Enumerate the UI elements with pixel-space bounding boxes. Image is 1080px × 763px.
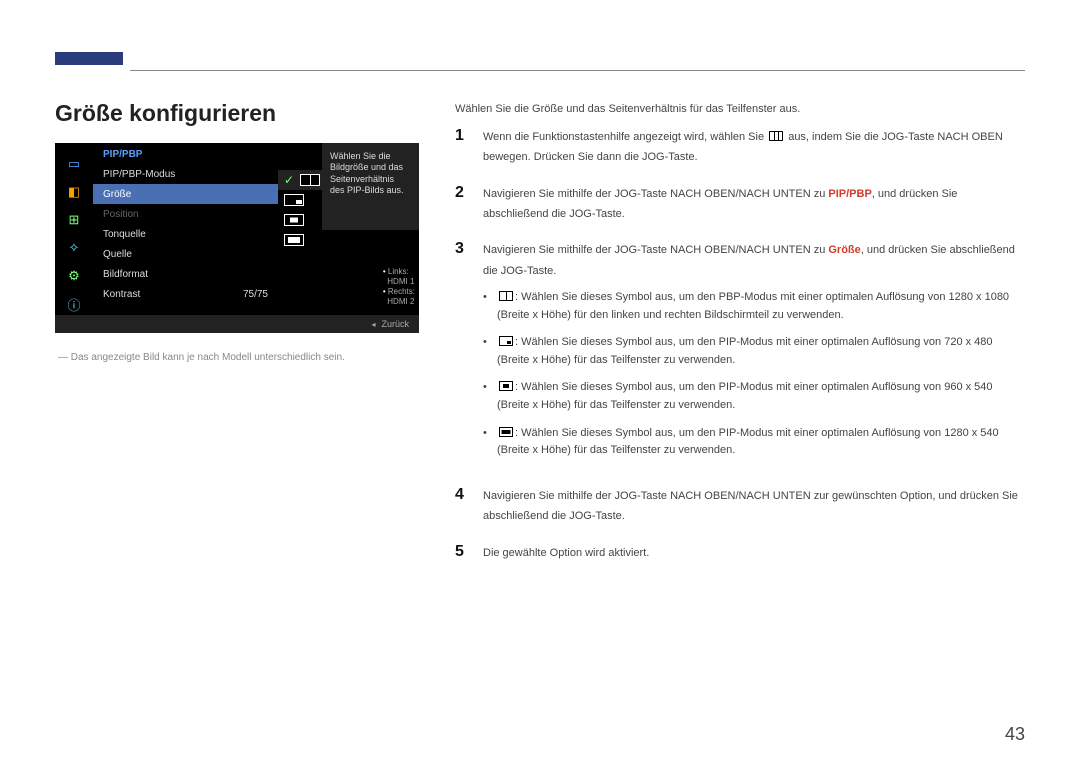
step-number: 3 bbox=[455, 240, 469, 469]
option-pip-large bbox=[278, 230, 388, 250]
pip-small-icon bbox=[499, 336, 513, 346]
pip-medium-icon bbox=[499, 381, 513, 391]
page-title: Größe konfigurieren bbox=[55, 100, 276, 127]
pbp-split-icon bbox=[499, 291, 513, 301]
back-arrow-icon: ◂ bbox=[371, 320, 375, 329]
osd-screenshot: ▭ ◧ ⊞ ✧ ⚙ ⓘ PIP/PBP PIP/PBP-Modus Größe … bbox=[55, 143, 419, 333]
menu-item-source: Quelle bbox=[93, 244, 278, 264]
menu-item-format: Bildformat bbox=[93, 264, 278, 284]
bullet-list: •: Wählen Sie dieses Symbol aus, um den … bbox=[483, 289, 1025, 460]
picture-icon: ◧ bbox=[65, 183, 83, 201]
bullet-4: •: Wählen Sie dieses Symbol aus, um den … bbox=[483, 425, 1025, 460]
move-icon: ✧ bbox=[65, 239, 83, 257]
bullet-3: •: Wählen Sie dieses Symbol aus, um den … bbox=[483, 379, 1025, 414]
steps-list: 1 Wenn die Funktionstastenhilfe angezeig… bbox=[455, 127, 1025, 579]
check-icon: ✓ bbox=[284, 173, 294, 187]
osd-source-info: • Links: HDMI 1 • Rechts: HDMI 2 bbox=[383, 267, 415, 307]
contrast-label: Kontrast bbox=[103, 289, 140, 300]
osd-back-bar: ◂ Zurück bbox=[55, 315, 419, 333]
back-label: Zurück bbox=[381, 319, 409, 329]
bullet-1: •: Wählen Sie dieses Symbol aus, um den … bbox=[483, 289, 1025, 324]
step-text: Die gewählte Option wird aktiviert. bbox=[483, 543, 1025, 563]
step-number: 5 bbox=[455, 543, 469, 563]
step-text: Navigieren Sie mithilfe der JOG-Taste NA… bbox=[483, 240, 1025, 469]
gear-icon: ⚙ bbox=[65, 267, 83, 285]
osd-header: PIP/PBP bbox=[93, 143, 278, 164]
menu-item-position: Position bbox=[93, 204, 278, 224]
menu-item-sound: Tonquelle bbox=[93, 224, 278, 244]
intro-text: Wählen Sie die Größe und das Seitenverhä… bbox=[455, 103, 1025, 115]
menu-item-contrast: Kontrast 75/75 bbox=[93, 284, 278, 304]
page-number: 43 bbox=[1005, 724, 1025, 745]
step-number: 2 bbox=[455, 184, 469, 225]
contrast-value: 75/75 bbox=[243, 289, 268, 300]
step-text: Navigieren Sie mithilfe der JOG-Taste NA… bbox=[483, 184, 1025, 225]
keyword-pippbp: PIP/PBP bbox=[828, 188, 871, 200]
bullet-2: •: Wählen Sie dieses Symbol aus, um den … bbox=[483, 334, 1025, 369]
menu-grid-icon bbox=[769, 131, 783, 141]
step-3: 3 Navigieren Sie mithilfe der JOG-Taste … bbox=[455, 240, 1025, 469]
osd-sidebar: ▭ ◧ ⊞ ✧ ⚙ ⓘ bbox=[55, 143, 93, 333]
osd-tip: Wählen Sie die Bildgröße und das Seitenv… bbox=[322, 143, 419, 230]
step-4: 4 Navigieren Sie mithilfe der JOG-Taste … bbox=[455, 486, 1025, 527]
pip-large-icon bbox=[499, 427, 513, 437]
header-accent bbox=[55, 52, 123, 65]
keyword-size: Größe bbox=[828, 244, 860, 256]
pip-small-icon bbox=[284, 194, 304, 206]
pip-medium-icon bbox=[284, 214, 304, 226]
step-text: Wenn die Funktionstastenhilfe angezeigt … bbox=[483, 127, 1025, 168]
monitor-icon: ▭ bbox=[65, 155, 83, 173]
step-number: 4 bbox=[455, 486, 469, 527]
step-2: 2 Navigieren Sie mithilfe der JOG-Taste … bbox=[455, 184, 1025, 225]
footnote: ― Das angezeigte Bild kann je nach Model… bbox=[58, 352, 345, 363]
info-icon: ⓘ bbox=[65, 295, 83, 313]
menu-item-mode: PIP/PBP-Modus bbox=[93, 164, 278, 184]
header-rule bbox=[130, 70, 1025, 71]
step-5: 5 Die gewählte Option wird aktiviert. bbox=[455, 543, 1025, 563]
step-number: 1 bbox=[455, 127, 469, 168]
step-1: 1 Wenn die Funktionstastenhilfe angezeig… bbox=[455, 127, 1025, 168]
menu-item-size: Größe bbox=[93, 184, 278, 204]
pip-icon: ⊞ bbox=[65, 211, 83, 229]
pip-large-icon bbox=[284, 234, 304, 246]
osd-menu: PIP/PBP PIP/PBP-Modus Größe Position Ton… bbox=[93, 143, 278, 333]
pbp-split-icon bbox=[300, 174, 320, 186]
step-text: Navigieren Sie mithilfe der JOG-Taste NA… bbox=[483, 486, 1025, 527]
